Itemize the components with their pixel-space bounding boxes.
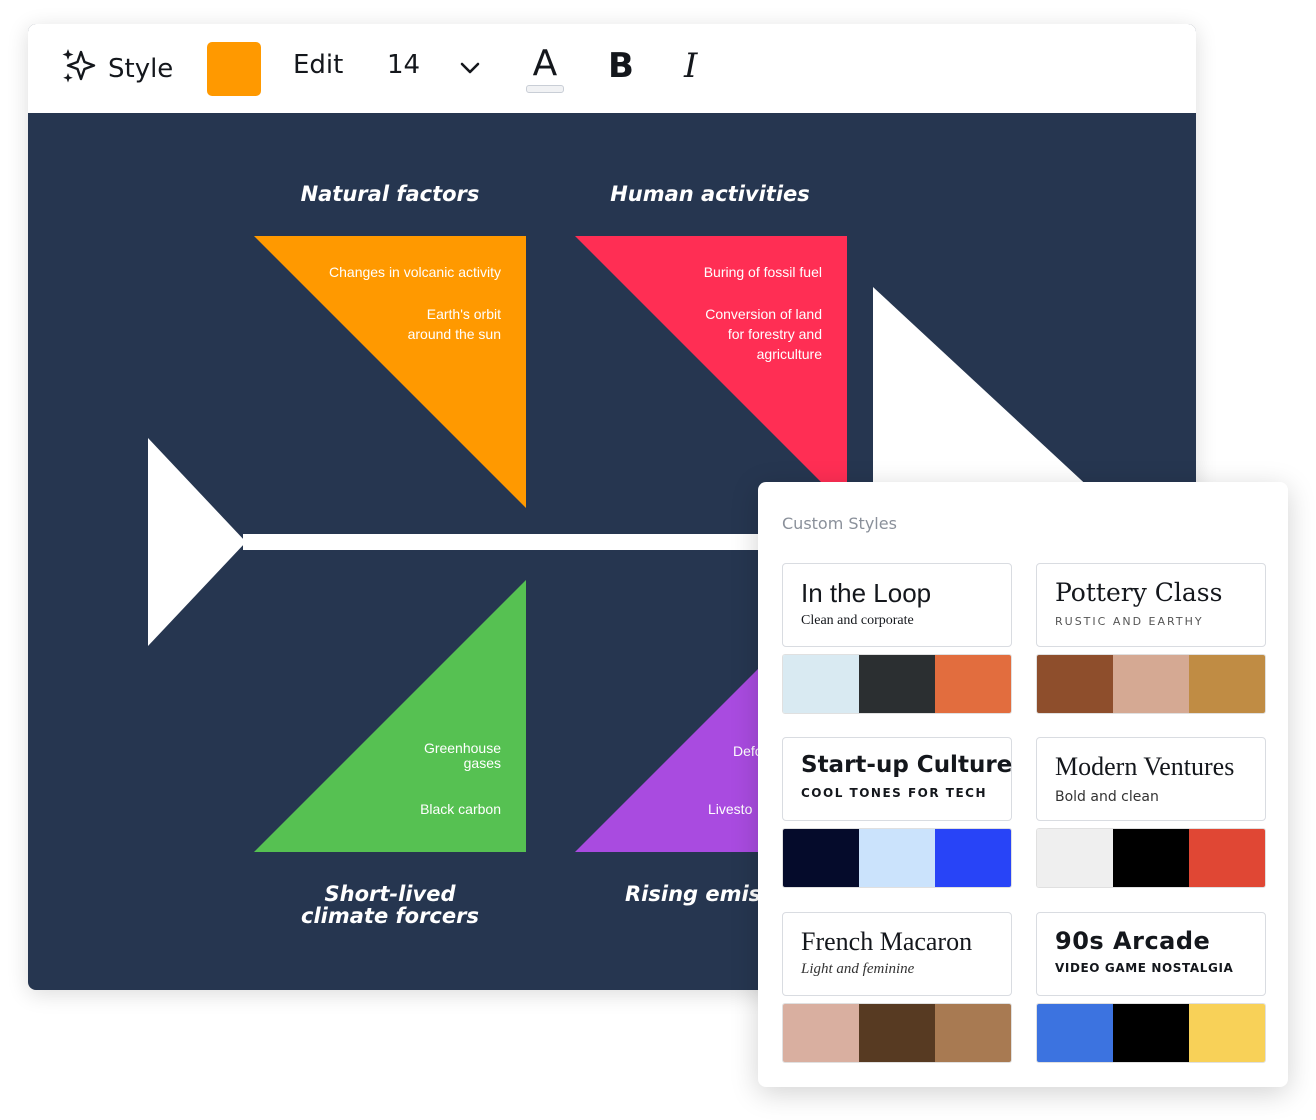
palette-swatch: [1113, 655, 1189, 713]
style-card-name: French Macaron: [801, 927, 973, 956]
style-card-start-up-culture[interactable]: Start-up Culture COOL TONES FOR TECH: [782, 737, 1012, 888]
style-card-namebox: French Macaron Light and feminine: [782, 912, 1012, 996]
style-card-subtitle: VIDEO GAME NOSTALGIA: [1055, 961, 1234, 975]
style-card-palette: [1036, 654, 1266, 714]
palette-swatch: [1113, 1004, 1189, 1062]
style-card-90s-arcade[interactable]: 90s Arcade VIDEO GAME NOSTALGIA: [1036, 912, 1266, 1063]
human-item-land-line2: for forestry and: [727, 326, 822, 342]
style-card-name: Modern Ventures: [1055, 752, 1235, 781]
style-card-namebox: Start-up Culture COOL TONES FOR TECH: [782, 737, 1012, 821]
human-item-land-line3: agriculture: [756, 346, 822, 362]
color-swatch-button[interactable]: [207, 42, 261, 96]
style-card-namebox: 90s Arcade VIDEO GAME NOSTALGIA: [1036, 912, 1266, 996]
style-card-palette: [1036, 828, 1266, 888]
sparkle-icon: [60, 47, 98, 92]
style-card-french-macaron[interactable]: French Macaron Light and feminine: [782, 912, 1012, 1063]
heading-short-lived-line1: Short-lived: [324, 882, 456, 906]
heading-short-lived-line2: climate forcers: [301, 904, 479, 928]
style-card-name: Start-up Culture: [801, 752, 1013, 778]
short-lived-item-greenhouse: Greenhouse gases: [424, 741, 501, 771]
human-item-land-line1: Conversion of land: [705, 306, 822, 322]
style-card-namebox: Modern Ventures Bold and clean: [1036, 737, 1266, 821]
italic-button[interactable]: I: [684, 46, 697, 86]
fishbone-spine: [243, 534, 803, 550]
style-card-namebox: In the Loop Clean and corporate: [782, 563, 1012, 647]
font-color-button[interactable]: A: [525, 44, 565, 94]
palette-swatch: [859, 655, 935, 713]
natural-item-volcanic: Changes in volcanic activity: [329, 264, 501, 280]
rising-item-livestock: Livesto: [708, 801, 753, 817]
chevron-down-icon[interactable]: [458, 56, 482, 80]
style-card-name: In the Loop: [801, 578, 932, 608]
heading-natural-factors: Natural factors: [300, 182, 480, 206]
human-item-fossil-fuel: Buring of fossil fuel: [703, 264, 822, 280]
fishbone-tail: [148, 438, 246, 646]
toolbar: Style Edit 14 A B I: [28, 24, 1196, 113]
natural-item-orbit: Earth's orbit around the sun: [408, 304, 501, 344]
natural-item-orbit-line2: around the sun: [407, 326, 501, 342]
heading-short-lived: Short-lived climate forcers: [268, 883, 512, 927]
palette-swatch: [1113, 829, 1189, 887]
palette-swatch: [783, 655, 859, 713]
style-card-name: Pottery Class: [1055, 578, 1223, 607]
style-card-subtitle: Light and feminine: [801, 961, 915, 977]
human-item-land-conversion: Conversion of land for forestry and agri…: [705, 304, 822, 364]
panel-title: Custom Styles: [782, 514, 897, 533]
bold-button[interactable]: B: [608, 46, 634, 86]
style-card-in-the-loop[interactable]: In the Loop Clean and corporate: [782, 563, 1012, 714]
style-card-subtitle: Clean and corporate: [801, 613, 914, 628]
heading-human-activities: Human activities: [610, 182, 810, 206]
palette-swatch: [783, 1004, 859, 1062]
palette-swatch: [1189, 655, 1265, 713]
palette-swatch: [859, 829, 935, 887]
style-card-subtitle: COOL TONES FOR TECH: [801, 786, 988, 800]
font-color-letter: A: [532, 43, 558, 84]
style-card-palette: [782, 654, 1012, 714]
palette-swatch: [1189, 1004, 1265, 1062]
style-label: Style: [108, 54, 174, 84]
short-lived-greenhouse-line2: gases: [463, 755, 501, 771]
style-card-subtitle: Bold and clean: [1055, 789, 1159, 805]
edit-button[interactable]: Edit: [293, 50, 343, 80]
style-card-subtitle: RUSTIC AND EARTHY: [1055, 615, 1204, 628]
palette-swatch: [859, 1004, 935, 1062]
short-lived-greenhouse-line1: Greenhouse: [423, 740, 501, 756]
palette-swatch: [935, 655, 1011, 713]
palette-swatch: [1037, 655, 1113, 713]
font-color-bar: [526, 85, 564, 93]
style-card-modern-ventures[interactable]: Modern Ventures Bold and clean: [1036, 737, 1266, 888]
custom-styles-panel: Custom Styles In the Loop Clean and corp…: [758, 482, 1288, 1087]
style-button[interactable]: Style: [60, 48, 173, 90]
style-card-palette: [782, 1003, 1012, 1063]
style-card-namebox: Pottery Class RUSTIC AND EARTHY: [1036, 563, 1266, 647]
style-card-palette: [1036, 1003, 1266, 1063]
palette-swatch: [1189, 829, 1265, 887]
style-card-pottery-class[interactable]: Pottery Class RUSTIC AND EARTHY: [1036, 563, 1266, 714]
natural-item-orbit-line1: Earth's orbit: [426, 306, 501, 322]
palette-swatch: [935, 829, 1011, 887]
palette-swatch: [1037, 1004, 1113, 1062]
palette-swatch: [1037, 829, 1113, 887]
palette-swatch: [783, 829, 859, 887]
style-card-palette: [782, 828, 1012, 888]
font-size-value[interactable]: 14: [387, 50, 420, 80]
palette-swatch: [935, 1004, 1011, 1062]
style-card-name: 90s Arcade: [1055, 927, 1211, 955]
short-lived-item-black-carbon: Black carbon: [420, 801, 501, 817]
